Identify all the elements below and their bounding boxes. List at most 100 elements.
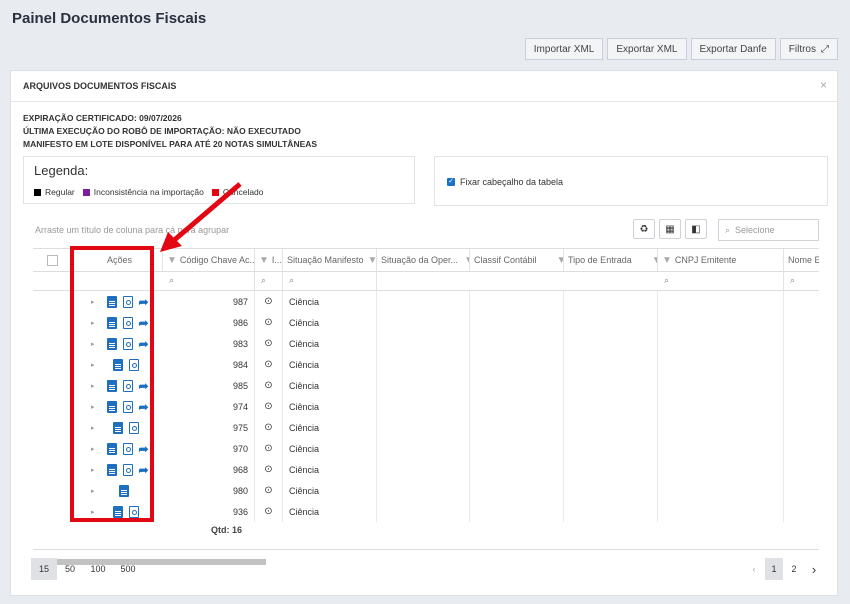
classif-cell (470, 312, 564, 333)
grouping-hint[interactable]: Arraste um título de coluna para cá para… (35, 225, 229, 235)
page-2-button[interactable]: 2 (785, 558, 803, 580)
filter-nome[interactable]: ⌕ (784, 270, 819, 290)
codigo-cell: 936 (163, 501, 255, 522)
toolbar: Importar XML Exportar XML Exportar Danfe… (524, 38, 838, 60)
exportar-xml-button[interactable]: Exportar XML (607, 38, 687, 60)
page-size-500[interactable]: 500 (113, 558, 143, 580)
cnpj-cell (658, 459, 784, 480)
filter-icon[interactable]: ▼ (167, 255, 177, 266)
situacao-operacao-cell (377, 396, 470, 417)
row-select-cell[interactable] (33, 459, 73, 480)
cnpj-cell (658, 396, 784, 417)
codigo-cell: 970 (163, 438, 255, 459)
classif-cell (470, 480, 564, 501)
row-select-cell[interactable] (33, 438, 73, 459)
header-situacao-operacao[interactable]: Situação da Oper...▼ (377, 249, 470, 271)
card-header: ARQUIVOS DOCUMENTOS FISCAIS × (11, 71, 837, 102)
filter-codigo[interactable]: ⌕ (163, 270, 255, 290)
classif-cell (470, 501, 564, 522)
search-icon: ⌕ (725, 224, 731, 235)
page-size-15[interactable]: 15 (31, 558, 57, 580)
codigo-cell: 983 (163, 333, 255, 354)
cnpj-cell (658, 291, 784, 312)
highlight-box (70, 246, 154, 522)
filter-icon[interactable]: ▼ (368, 255, 376, 266)
legend-item-cancelado: Cancelado (211, 187, 264, 197)
row-select-cell[interactable] (33, 375, 73, 396)
situacao-operacao-cell (377, 417, 470, 438)
row-select-cell[interactable] (33, 417, 73, 438)
header-tipo-entrada[interactable]: Tipo de Entrada▼ (564, 249, 658, 271)
codigo-cell: 984 (163, 354, 255, 375)
classif-cell (470, 396, 564, 417)
tipo-entrada-cell (564, 501, 658, 522)
page-size-selector: 15 50 100 500 (31, 558, 143, 580)
tipo-entrada-cell (564, 354, 658, 375)
cnpj-cell (658, 333, 784, 354)
filtros-button[interactable]: Filtros ⤢ (779, 38, 838, 60)
row-select-cell[interactable] (33, 312, 73, 333)
row-select-cell[interactable] (33, 396, 73, 417)
manifesto-lote: MANIFESTO EM LOTE DISPONÍVEL PARA ATÉ 20… (23, 139, 318, 149)
card-title: ARQUIVOS DOCUMENTOS FISCAIS (23, 81, 177, 91)
filtros-label: Filtros (788, 43, 816, 55)
classif-cell (470, 354, 564, 375)
recycle-icon[interactable]: ♻ (633, 219, 655, 239)
row-select-cell[interactable] (33, 501, 73, 522)
header-classif-contabil[interactable]: Classif Contábil▼ (470, 249, 564, 271)
filter-icon[interactable]: ▼ (662, 255, 672, 266)
situacao-operacao-cell (377, 333, 470, 354)
situacao-cell: Ciência (283, 354, 377, 375)
filter-cnpj[interactable]: ⌕ (658, 270, 784, 290)
export-xls-icon[interactable]: ▦ (659, 219, 681, 239)
tipo-entrada-cell (564, 480, 658, 501)
page-size-50[interactable]: 50 (57, 558, 83, 580)
row-select-cell[interactable] (33, 354, 73, 375)
select-all-checkbox[interactable] (33, 249, 73, 271)
tipo-entrada-cell (564, 333, 658, 354)
fix-header-label: Fixar cabeçalho da tabela (460, 177, 564, 187)
ultima-execucao: ÚLTIMA EXECUÇÃO DO ROBÔ DE IMPORTAÇÃO: N… (23, 126, 301, 136)
situacao-operacao-cell (377, 312, 470, 333)
importar-xml-button[interactable]: Importar XML (524, 38, 604, 60)
column-chooser-icon[interactable]: ◧ (685, 219, 707, 239)
situacao-cell: Ciência (283, 312, 377, 333)
row-select-cell[interactable] (33, 291, 73, 312)
page-1-button[interactable]: 1 (765, 558, 783, 580)
legend-box: Legenda: Regular Inconsistência na impor… (23, 156, 415, 204)
classif-cell (470, 375, 564, 396)
situacao-cell: Ciência (283, 480, 377, 501)
filter-icon[interactable]: ▼ (259, 255, 269, 266)
header-situacao-manifesto[interactable]: Situação Manifesto ▼ (283, 249, 377, 271)
clock-icon: ⊙ (255, 501, 283, 522)
exportar-danfe-button[interactable]: Exportar Danfe (690, 38, 776, 60)
situacao-operacao-cell (377, 459, 470, 480)
next-page-icon[interactable]: › (805, 558, 823, 580)
situacao-cell: Ciência (283, 396, 377, 417)
header-nome-emitente[interactable]: Nome E (784, 249, 819, 271)
filter-i[interactable]: ⌕ (255, 270, 283, 290)
search-input[interactable]: ⌕ Selecione (718, 219, 819, 241)
row-select-cell[interactable] (33, 480, 73, 501)
row-select-cell[interactable] (33, 333, 73, 354)
tipo-entrada-cell (564, 396, 658, 417)
tipo-entrada-cell (564, 375, 658, 396)
codigo-cell: 985 (163, 375, 255, 396)
header-codigo-chave[interactable]: ▼ Código Chave Ac... (163, 249, 255, 271)
codigo-cell: 980 (163, 480, 255, 501)
tipo-entrada-cell (564, 459, 658, 480)
pagination: ‹ 1 2 › (745, 558, 823, 580)
filter-situacao[interactable]: ⌕ (283, 270, 377, 290)
cnpj-cell (658, 354, 784, 375)
codigo-cell: 974 (163, 396, 255, 417)
page-size-100[interactable]: 100 (83, 558, 113, 580)
clock-icon: ⊙ (255, 438, 283, 459)
header-i[interactable]: ▼ I... (255, 249, 283, 271)
filter-icon[interactable]: ▼ (557, 255, 563, 266)
cnpj-cell (658, 312, 784, 333)
fix-header-checkbox[interactable]: ✓ (447, 178, 455, 186)
situacao-operacao-cell (377, 438, 470, 459)
close-icon[interactable]: × (820, 78, 827, 92)
header-cnpj-emitente[interactable]: ▼CNPJ Emitente▼ (658, 249, 784, 271)
prev-page-icon[interactable]: ‹ (745, 558, 763, 580)
